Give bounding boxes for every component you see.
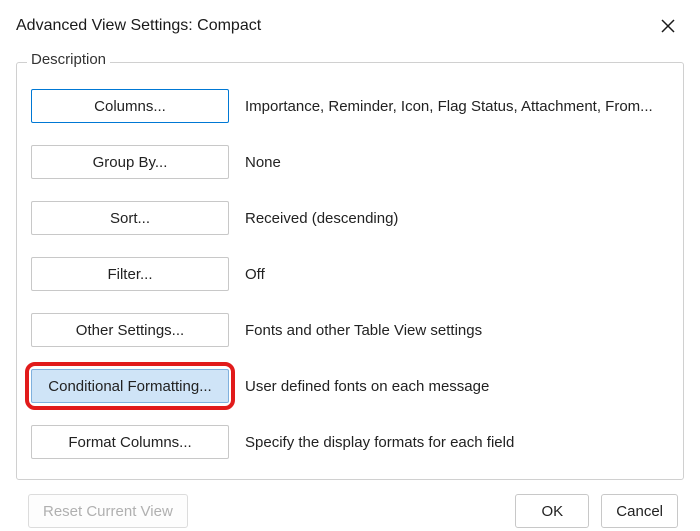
format-columns-button[interactable]: Format Columns...	[31, 425, 229, 459]
sort-button[interactable]: Sort...	[31, 201, 229, 235]
row-filter: Filter... Off	[31, 257, 669, 291]
row-columns: Columns... Importance, Reminder, Icon, F…	[31, 89, 669, 123]
cancel-button[interactable]: Cancel	[601, 494, 678, 528]
other-settings-button[interactable]: Other Settings...	[31, 313, 229, 347]
description-groupbox: Description Columns... Importance, Remin…	[16, 62, 684, 480]
dialog-footer: Reset Current View OK Cancel	[6, 480, 694, 528]
columns-description: Importance, Reminder, Icon, Flag Status,…	[245, 98, 653, 115]
group-by-button[interactable]: Group By...	[31, 145, 229, 179]
titlebar: Advanced View Settings: Compact	[6, 4, 694, 44]
other-settings-description: Fonts and other Table View settings	[245, 322, 482, 339]
advanced-view-settings-dialog: Advanced View Settings: Compact Descript…	[0, 0, 700, 531]
row-conditional-formatting: Conditional Formatting... User defined f…	[31, 369, 669, 403]
conditional-formatting-button[interactable]: Conditional Formatting...	[31, 369, 229, 403]
row-format-columns: Format Columns... Specify the display fo…	[31, 425, 669, 459]
filter-button[interactable]: Filter...	[31, 257, 229, 291]
groupbox-label: Description	[27, 51, 110, 68]
close-button[interactable]	[648, 10, 688, 42]
sort-description: Received (descending)	[245, 210, 398, 227]
columns-button[interactable]: Columns...	[31, 89, 229, 123]
row-group-by: Group By... None	[31, 145, 669, 179]
format-columns-description: Specify the display formats for each fie…	[245, 434, 514, 451]
conditional-formatting-description: User defined fonts on each message	[245, 378, 489, 395]
row-sort: Sort... Received (descending)	[31, 201, 669, 235]
group-by-description: None	[245, 154, 281, 171]
close-icon	[661, 19, 675, 33]
ok-button[interactable]: OK	[515, 494, 589, 528]
filter-description: Off	[245, 266, 265, 283]
dialog-title: Advanced View Settings: Compact	[16, 17, 261, 35]
row-other-settings: Other Settings... Fonts and other Table …	[31, 313, 669, 347]
reset-current-view-button[interactable]: Reset Current View	[28, 494, 188, 528]
